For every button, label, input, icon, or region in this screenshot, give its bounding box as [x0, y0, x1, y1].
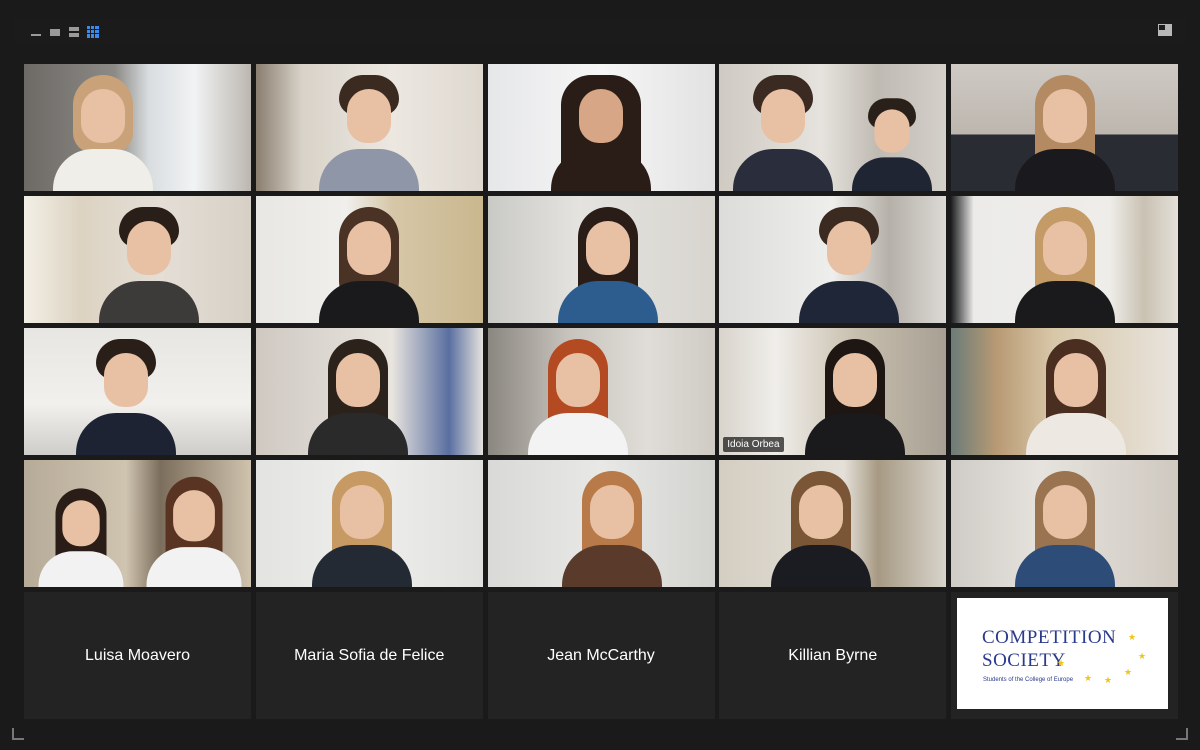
video-tile[interactable] — [24, 196, 251, 323]
minimize-view-icon[interactable] — [30, 26, 42, 38]
gallery-view-icon[interactable] — [87, 26, 99, 38]
star-icon: ★ — [1057, 658, 1066, 668]
exit-fullscreen-icon[interactable] — [1158, 24, 1172, 36]
competition-society-logo-tile[interactable]: COMPETITION SOCIETY Students of the Coll… — [951, 592, 1178, 719]
video-tile[interactable] — [951, 460, 1178, 587]
video-tile[interactable] — [255, 460, 483, 587]
star-icon: ★ — [1124, 667, 1133, 677]
star-icon: ★ — [1128, 632, 1137, 642]
active-speaker-tile[interactable]: Idoia Orbea — [719, 328, 947, 455]
video-call-window: Idoia Orbea Luisa Moavero Maria Sofia de… — [0, 0, 1200, 750]
participant-name: Jean McCarthy — [547, 646, 655, 664]
video-tile[interactable] — [487, 460, 715, 587]
participant-tile-no-video[interactable]: Jean McCarthy — [487, 592, 715, 719]
video-tile[interactable] — [951, 328, 1178, 455]
star-icon: ★ — [1138, 651, 1147, 661]
resize-handle[interactable] — [1176, 728, 1188, 740]
competition-society-logo: COMPETITION SOCIETY Students of the Coll… — [957, 598, 1168, 709]
speaker-view-icon[interactable] — [49, 26, 61, 38]
participant-name: Maria Sofia de Felice — [294, 646, 445, 664]
video-tile[interactable] — [951, 64, 1178, 191]
participant-tile-no-video[interactable]: Luisa Moavero — [24, 592, 251, 719]
video-tile[interactable] — [255, 328, 483, 455]
logo-title-line2: SOCIETY — [982, 650, 1066, 671]
participant-name: Luisa Moavero — [85, 646, 190, 664]
star-icon: ★ — [1104, 675, 1113, 685]
video-tile[interactable] — [255, 64, 483, 191]
strip-view-icon[interactable] — [68, 26, 80, 38]
video-tile[interactable] — [487, 328, 715, 455]
video-tile[interactable] — [487, 196, 715, 323]
video-tile[interactable] — [951, 196, 1178, 323]
video-tile[interactable] — [24, 460, 251, 587]
star-icon: ★ — [1084, 673, 1093, 683]
layout-switcher — [30, 26, 99, 38]
video-tile[interactable] — [255, 196, 483, 323]
resize-handle[interactable] — [12, 728, 24, 740]
logo-subtitle: Students of the College of Europe — [983, 677, 1074, 683]
participant-tile-no-video[interactable]: Killian Byrne — [719, 592, 947, 719]
gallery-grid: Idoia Orbea Luisa Moavero Maria Sofia de… — [24, 64, 1178, 722]
video-tile[interactable] — [719, 196, 947, 323]
logo-title-line1: COMPETITION — [982, 627, 1117, 648]
view-toolbar — [14, 18, 1186, 44]
participant-tile-no-video[interactable]: Maria Sofia de Felice — [255, 592, 483, 719]
participant-name-label: Idoia Orbea — [723, 437, 784, 452]
video-tile[interactable] — [719, 460, 947, 587]
video-tile[interactable] — [487, 64, 715, 191]
video-tile[interactable] — [719, 64, 947, 191]
participant-name: Killian Byrne — [788, 646, 878, 664]
video-tile[interactable] — [24, 328, 251, 455]
video-tile[interactable] — [24, 64, 251, 191]
